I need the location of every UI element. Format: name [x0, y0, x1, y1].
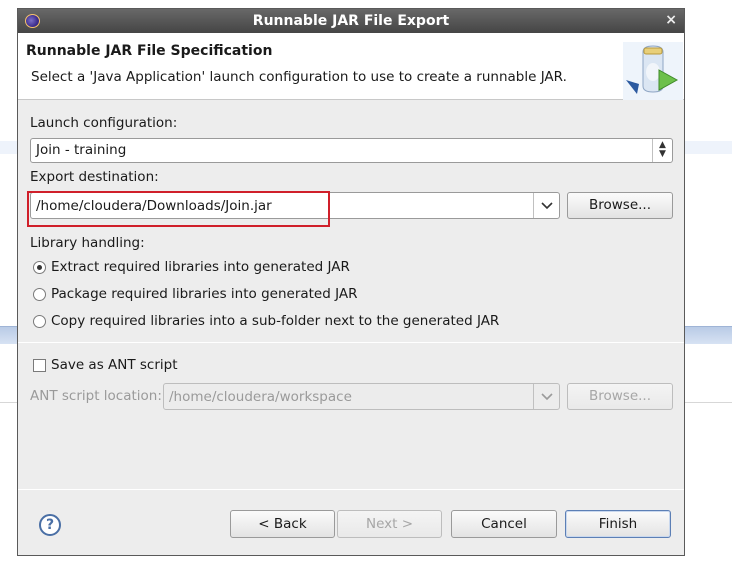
jar-export-wizard-icon [623, 42, 683, 100]
library-handling-label: Library handling: [30, 235, 145, 251]
chevron-down-icon[interactable] [533, 384, 559, 409]
dialog-titlebar[interactable]: Runnable JAR File Export × [18, 9, 684, 33]
page-title: Runnable JAR File Specification [26, 43, 273, 59]
radio-package-libraries[interactable] [33, 288, 46, 301]
finish-button[interactable]: Finish [565, 510, 671, 538]
wizard-header: Runnable JAR File Specification Select a… [18, 33, 684, 100]
radio-package-label[interactable]: Package required libraries into generate… [51, 286, 357, 302]
close-icon[interactable]: × [665, 12, 677, 28]
dialog-title: Runnable JAR File Export [252, 13, 450, 29]
export-browse-button[interactable]: Browse... [567, 192, 673, 219]
chevron-down-icon[interactable] [533, 193, 559, 218]
radio-extract-label[interactable]: Extract required libraries into generate… [51, 259, 350, 275]
launch-config-value: Join - training [36, 142, 127, 158]
export-destination-label: Export destination: [30, 169, 159, 185]
radio-copy-label[interactable]: Copy required libraries into a sub-folde… [51, 313, 499, 329]
ant-location-value: /home/cloudera/workspace [169, 389, 352, 405]
ant-location-label: ANT script location: [30, 388, 162, 404]
next-button[interactable]: Next > [337, 510, 442, 538]
section-separator [18, 342, 684, 343]
ant-browse-button[interactable]: Browse... [567, 383, 673, 410]
radio-copy-libraries[interactable] [33, 315, 46, 328]
back-button[interactable]: < Back [230, 510, 335, 538]
runnable-jar-export-dialog: Runnable JAR File Export × Runnable JAR … [17, 8, 685, 556]
launch-config-label: Launch configuration: [30, 115, 178, 131]
select-arrows-icon[interactable]: ▲ ▼ [652, 139, 672, 162]
help-icon[interactable]: ? [39, 514, 61, 536]
cancel-button[interactable]: Cancel [451, 510, 557, 538]
ant-location-input[interactable]: /home/cloudera/workspace [163, 383, 560, 410]
launch-config-select[interactable]: Join - training ▲ ▼ [30, 138, 673, 163]
save-ant-script-checkbox[interactable] [33, 359, 46, 372]
highlight-annotation-box [27, 191, 330, 227]
radio-extract-libraries[interactable] [33, 261, 46, 274]
save-ant-script-label[interactable]: Save as ANT script [51, 357, 178, 373]
footer-separator [18, 489, 684, 490]
page-description: Select a 'Java Application' launch confi… [31, 69, 567, 85]
